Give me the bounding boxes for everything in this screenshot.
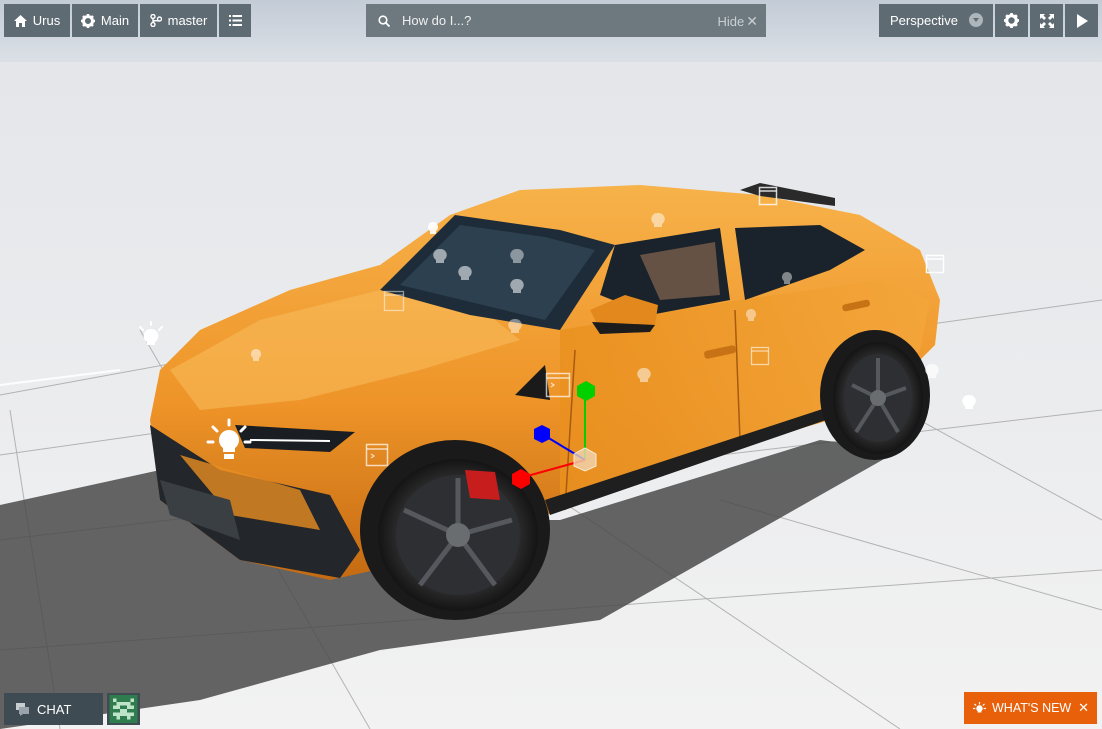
menu-button[interactable]	[219, 4, 251, 37]
lightbulb-icon[interactable]	[503, 315, 527, 339]
gizmo-x-handle[interactable]	[510, 468, 532, 490]
search-hide-button[interactable]: Hide ✕	[718, 13, 758, 30]
script-icon[interactable]	[925, 254, 945, 274]
scene-button[interactable]: Main	[72, 4, 138, 37]
search-icon	[378, 14, 390, 27]
project-button[interactable]: Urus	[4, 4, 70, 37]
lightbulb-icon[interactable]	[630, 362, 658, 390]
settings-button[interactable]	[995, 4, 1028, 37]
scene-label: Main	[100, 13, 130, 28]
whats-new-label: WHAT'S NEW	[992, 701, 1072, 715]
search-bar: Hide ✕	[366, 4, 766, 37]
gizmo-z-handle[interactable]	[532, 424, 552, 444]
avatar-image	[109, 695, 138, 723]
lightbulb-icon[interactable]	[958, 392, 980, 416]
gear-icon	[1004, 13, 1019, 28]
script-icon[interactable]	[750, 346, 770, 366]
lightbulb-icon[interactable]	[505, 275, 529, 299]
play-button[interactable]	[1065, 4, 1098, 37]
lightbulb-icon[interactable]	[920, 360, 944, 384]
search-input[interactable]	[400, 12, 704, 29]
lightbulb-icon[interactable]	[428, 245, 452, 269]
branch-label: master	[167, 13, 208, 28]
chat-label: CHAT	[37, 701, 72, 717]
chat-button[interactable]: CHAT	[4, 693, 103, 725]
camera-select-value: Perspective	[890, 13, 958, 28]
avatar[interactable]	[107, 693, 140, 725]
gizmo-center-handle[interactable]	[572, 446, 598, 472]
lightbulb-icon[interactable]	[505, 245, 529, 269]
camera-select[interactable]: Perspective	[879, 4, 993, 37]
script-icon[interactable]	[383, 290, 405, 312]
lightbulb-icon[interactable]	[740, 305, 762, 327]
script-icon[interactable]	[545, 372, 571, 398]
lightbulb-icon[interactable]	[424, 220, 442, 240]
fullscreen-button[interactable]	[1030, 4, 1063, 37]
script-icon[interactable]	[365, 443, 389, 467]
fullscreen-icon	[1039, 13, 1054, 28]
chat-icon	[16, 702, 29, 716]
viewport-3d[interactable]	[0, 0, 1102, 729]
lightbulb-icon[interactable]	[453, 262, 477, 286]
search-hide-label: Hide	[717, 14, 745, 29]
lightbulb-icon[interactable]	[205, 418, 253, 466]
branch-icon	[149, 14, 162, 27]
lightbulb-icon[interactable]	[246, 346, 266, 366]
lightbulb-icon	[973, 701, 986, 712]
close-icon[interactable]: ✕	[1078, 700, 1089, 716]
gear-icon	[80, 13, 95, 28]
list-icon	[228, 15, 242, 26]
branch-button[interactable]: master	[140, 4, 217, 37]
lightbulb-icon[interactable]	[645, 208, 671, 234]
lightbulb-icon[interactable]	[776, 268, 798, 290]
whats-new-button[interactable]: WHAT'S NEW ✕	[964, 692, 1097, 724]
play-icon	[1076, 13, 1088, 28]
home-icon	[13, 14, 27, 27]
script-icon[interactable]	[758, 186, 778, 206]
close-icon: ✕	[746, 13, 758, 29]
gizmo-y-handle[interactable]	[575, 380, 597, 402]
project-label: Urus	[32, 13, 61, 28]
chevron-down-icon	[969, 13, 983, 27]
lightbulb-icon[interactable]	[134, 320, 168, 354]
